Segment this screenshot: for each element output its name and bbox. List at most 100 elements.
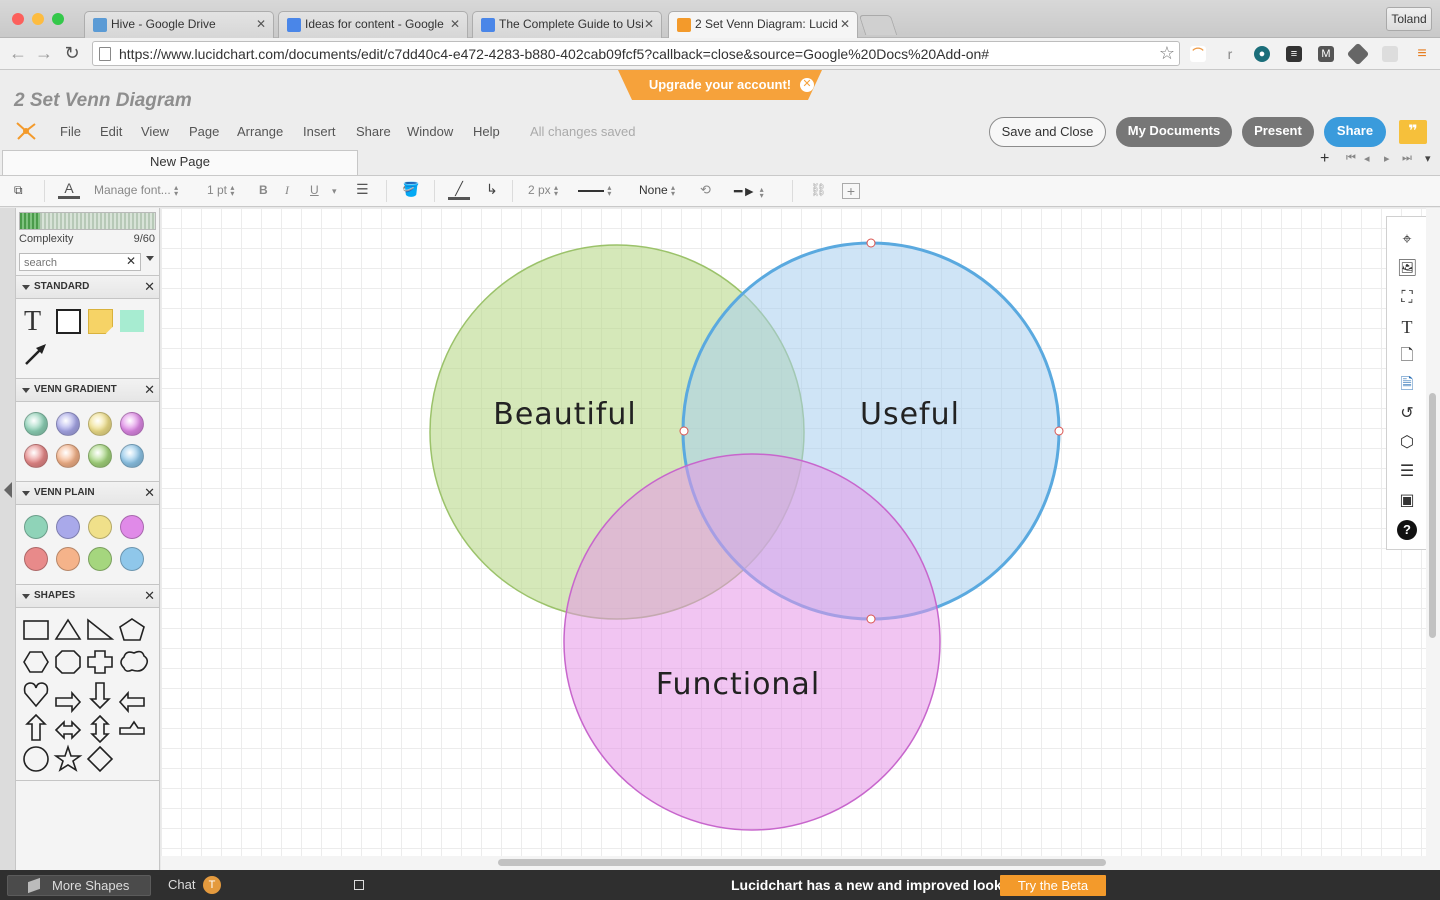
sticky-note-icon[interactable]: [88, 309, 113, 334]
expand-chat-icon[interactable]: [354, 880, 364, 890]
close-window-button[interactable]: [12, 13, 24, 25]
heart-shape-icon[interactable]: [23, 682, 49, 708]
line-width-stepper[interactable]: 2 px ▴ ▾: [528, 183, 558, 197]
help-question-icon[interactable]: ?: [1397, 520, 1417, 540]
layers-icon[interactable]: ☰: [1397, 462, 1417, 482]
vertical-scroll-thumb[interactable]: [1429, 393, 1436, 638]
up-arrow-shape-icon[interactable]: [25, 713, 47, 741]
shape-search-input[interactable]: [19, 253, 141, 271]
text-tool-icon[interactable]: T: [24, 306, 41, 338]
menu-view[interactable]: View: [141, 124, 169, 139]
minimize-window-button[interactable]: [32, 13, 44, 25]
format-painter-icon[interactable]: ⧉: [14, 183, 23, 198]
tab-close-icon[interactable]: ✕: [450, 17, 460, 31]
menu-file[interactable]: File: [60, 124, 81, 139]
menu-arrange[interactable]: Arrange: [237, 124, 283, 139]
image-icon[interactable]: 🖼: [1397, 259, 1417, 279]
section-venn-plain[interactable]: VENN PLAIN ✕: [16, 481, 159, 505]
venn-gradient-swatch-8[interactable]: [120, 444, 144, 468]
tab-new-page[interactable]: New Page: [2, 150, 358, 175]
left-arrow-shape-icon[interactable]: [118, 690, 145, 714]
browser-menu-icon[interactable]: ≡: [1414, 46, 1430, 62]
menu-insert[interactable]: Insert: [303, 124, 336, 139]
diamond-shape-icon[interactable]: [86, 745, 114, 773]
page-settings-icon[interactable]: ⛶: [1397, 288, 1417, 308]
font-size-stepper[interactable]: 1 pt ▴ ▾: [207, 183, 234, 197]
presentation-icon[interactable]: ▣: [1397, 491, 1417, 511]
down-arrow-shape-icon[interactable]: [89, 682, 111, 710]
line-color-icon[interactable]: ╱: [448, 181, 470, 200]
arrow-start-select[interactable]: None ▴ ▾: [639, 183, 675, 197]
more-shapes-button[interactable]: More Shapes: [7, 875, 151, 896]
url-input[interactable]: https://www.lucidchart.com/documents/edi…: [92, 41, 1180, 66]
section-standard[interactable]: STANDARD ✕: [16, 275, 159, 299]
close-icon[interactable]: ✕: [144, 276, 155, 298]
forward-arrow-icon[interactable]: →: [34, 43, 54, 63]
venn-plain-swatch-4[interactable]: [120, 515, 144, 539]
chat-button[interactable]: Chat: [168, 877, 195, 892]
menu-edit[interactable]: Edit: [100, 124, 122, 139]
search-options-chevron-down-icon[interactable]: [146, 256, 154, 261]
add-page-icon[interactable]: +: [1320, 150, 1329, 168]
add-shape-plus-icon[interactable]: +: [842, 183, 860, 199]
extension-r-icon[interactable]: r: [1222, 46, 1238, 62]
close-icon[interactable]: ✕: [800, 78, 814, 92]
cross-shape-icon[interactable]: [87, 650, 113, 674]
present-button[interactable]: Present: [1242, 117, 1314, 147]
extension-m-icon[interactable]: M: [1318, 46, 1334, 62]
text-color-icon[interactable]: A: [58, 180, 80, 199]
venn-label-useful[interactable]: Useful: [860, 397, 960, 432]
clear-search-icon[interactable]: ✕: [126, 254, 136, 268]
new-tab-button[interactable]: [858, 15, 898, 35]
right-triangle-shape-icon[interactable]: [87, 618, 115, 640]
venn-gradient-swatch-3[interactable]: [88, 412, 112, 436]
menu-page[interactable]: Page: [189, 124, 219, 139]
font-select[interactable]: Manage font... ▴ ▾: [94, 183, 178, 197]
arrow-end-select[interactable]: ━► ▴ ▾: [734, 183, 764, 200]
text-options-chevron-down-icon[interactable]: ▾: [332, 186, 337, 197]
revision-history-icon[interactable]: ↺: [1397, 404, 1417, 424]
callout-shape-icon[interactable]: [119, 720, 145, 735]
venn-gradient-swatch-5[interactable]: [24, 444, 48, 468]
menu-help[interactable]: Help: [473, 124, 500, 139]
collapse-panel-icon[interactable]: [4, 482, 12, 498]
diagram-canvas[interactable]: Beautiful Useful Functional: [161, 208, 1426, 856]
tab-close-icon[interactable]: ✕: [256, 17, 266, 31]
browser-tab-lucidchart[interactable]: 2 Set Venn Diagram: Lucid ✕: [668, 11, 858, 38]
venn-plain-swatch-2[interactable]: [56, 515, 80, 539]
crosshair-icon[interactable]: ⌖: [1397, 230, 1417, 250]
reload-icon[interactable]: ↻: [62, 43, 82, 63]
horizontal-scroll-thumb[interactable]: [498, 859, 1106, 866]
right-arrow-shape-icon[interactable]: [55, 690, 82, 714]
vertical-scrollbar[interactable]: [1426, 208, 1440, 870]
tab-close-icon[interactable]: ✕: [840, 17, 850, 31]
colored-block-icon[interactable]: [120, 310, 144, 332]
venn-plain-swatch-1[interactable]: [24, 515, 48, 539]
triangle-shape-icon[interactable]: [54, 618, 82, 640]
browser-tab-guide[interactable]: The Complete Guide to Usi ✕: [472, 11, 662, 38]
text-align-icon[interactable]: ☰: [356, 181, 369, 198]
venn-label-functional[interactable]: Functional: [656, 667, 820, 702]
rectangle-tool-icon[interactable]: [56, 309, 81, 334]
venn-plain-swatch-8[interactable]: [120, 547, 144, 571]
up-down-arrow-shape-icon[interactable]: [90, 714, 110, 744]
close-icon[interactable]: ✕: [144, 585, 155, 607]
info-hexagon-icon[interactable]: ⬡: [1397, 433, 1417, 453]
extension-layers-icon[interactable]: ≡: [1286, 46, 1302, 62]
browser-user-button[interactable]: Toland: [1386, 7, 1432, 31]
my-documents-button[interactable]: My Documents: [1116, 117, 1232, 147]
last-page-icon[interactable]: ⏭: [1402, 152, 1412, 165]
venn-gradient-swatch-2[interactable]: [56, 412, 80, 436]
selection-handle-left[interactable]: [679, 426, 689, 436]
underline-button[interactable]: U: [310, 183, 319, 197]
share-button[interactable]: Share: [1324, 117, 1386, 147]
hexagon-shape-icon[interactable]: [23, 651, 49, 673]
avatar[interactable]: T: [203, 876, 221, 894]
next-page-icon[interactable]: ▸: [1384, 152, 1390, 165]
selection-handle-right[interactable]: [1054, 426, 1064, 436]
fonts-doc-icon[interactable]: 🗎: [1397, 375, 1417, 395]
venn-plain-swatch-3[interactable]: [88, 515, 112, 539]
venn-gradient-swatch-6[interactable]: [56, 444, 80, 468]
link-icon[interactable]: ⛓: [810, 182, 827, 198]
swap-arrows-icon[interactable]: ⟲: [700, 182, 711, 198]
